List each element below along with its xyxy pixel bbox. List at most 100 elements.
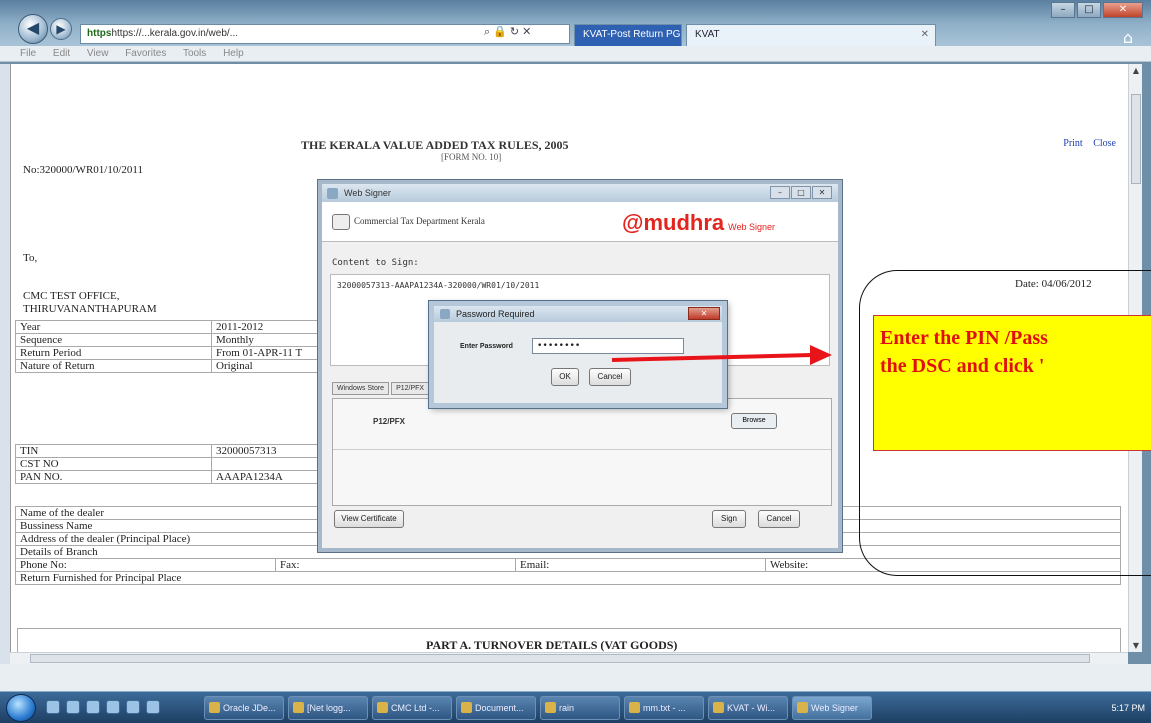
menu-tools[interactable]: Tools: [183, 48, 206, 59]
instruction-line-1: Enter the PIN /Pass: [880, 327, 1048, 349]
quicklaunch-icon[interactable]: [126, 700, 140, 714]
taskbar-item[interactable]: Oracle JDe...: [204, 696, 284, 720]
menu-view[interactable]: View: [87, 48, 109, 59]
p12-label: P12/PFX: [373, 417, 406, 426]
refresh-icon[interactable]: ↻: [510, 25, 522, 38]
close-tab-icon[interactable]: ✕: [921, 25, 929, 45]
window-left-edge: [0, 64, 10, 664]
password-input[interactable]: ••••••••: [532, 338, 684, 354]
home-icon[interactable]: ⌂: [1123, 28, 1133, 47]
scroll-up-icon[interactable]: ▲: [1131, 66, 1141, 75]
dialog-title: Web Signer: [344, 188, 391, 198]
tab-label: KVAT: [695, 29, 720, 40]
cell-label: Return Period: [15, 346, 212, 360]
taskbar-item[interactable]: rain: [540, 696, 620, 720]
lock-icon: 🔒: [493, 25, 510, 38]
certificate-store-tabs: Windows Store P12/PFX: [332, 382, 430, 395]
cancel-button[interactable]: Cancel: [758, 510, 800, 528]
minimize-icon[interactable]: –: [770, 186, 790, 199]
quicklaunch-icon[interactable]: [146, 700, 160, 714]
maximize-icon[interactable]: □: [791, 186, 811, 199]
menu-edit[interactable]: Edit: [53, 48, 70, 59]
taskbar-item-label: CMC Ltd -...: [391, 703, 440, 713]
print-link[interactable]: Print: [1063, 138, 1082, 149]
password-cancel-button[interactable]: Cancel: [589, 368, 631, 386]
taskbar: Oracle JDe... [Net logg... CMC Ltd -... …: [0, 691, 1151, 723]
password-dialog: Password Required ✕ Enter Password •••••…: [429, 301, 727, 408]
phone-label: Phone No:: [15, 558, 276, 572]
quicklaunch-icon[interactable]: [86, 700, 100, 714]
address-url: https://...kerala.gov.in/web/...: [111, 28, 238, 39]
taskbar-item[interactable]: CMC Ltd -...: [372, 696, 452, 720]
scroll-thumb[interactable]: [30, 654, 1090, 663]
view-certificate-button[interactable]: View Certificate: [334, 510, 404, 528]
start-button[interactable]: [6, 694, 36, 722]
horizontal-scrollbar[interactable]: [10, 652, 1128, 664]
scroll-down-icon[interactable]: ▼: [1131, 641, 1141, 650]
content-to-sign-label: Content to Sign:: [332, 258, 419, 268]
fax-label: Fax:: [275, 558, 516, 572]
tab-kvat[interactable]: KVAT ✕: [686, 24, 936, 46]
app-icon: [629, 702, 640, 713]
scroll-thumb[interactable]: [1131, 94, 1141, 184]
signer-app-icon: [327, 188, 338, 199]
taskbar-item[interactable]: Document...: [456, 696, 536, 720]
close-window-icon[interactable]: ✕: [1103, 2, 1143, 18]
taskbar-item[interactable]: [Net logg...: [288, 696, 368, 720]
dealer-id-table: TIN 32000057313 CST NO PAN NO. AAAPA1234A: [15, 444, 345, 484]
password-dialog-title-bar: Password Required ✕: [434, 306, 722, 322]
taskbar-item-active[interactable]: Web Signer: [792, 696, 872, 720]
tab-p12-pfx[interactable]: P12/PFX: [391, 382, 430, 395]
sign-button[interactable]: Sign: [712, 510, 746, 528]
table-row: Nature of Return Original: [15, 359, 345, 373]
system-tray: 5:17 PM: [1033, 694, 1151, 722]
menu-file[interactable]: File: [20, 48, 36, 59]
taskbar-item[interactable]: mm.txt - ...: [624, 696, 704, 720]
cell-label: Year: [15, 320, 212, 334]
close-icon[interactable]: ✕: [688, 307, 720, 320]
app-icon: [209, 702, 220, 713]
app-icon: [293, 702, 304, 713]
table-row: CST NO: [15, 457, 345, 471]
divider: [333, 449, 831, 450]
menu-help[interactable]: Help: [223, 48, 244, 59]
address-tools: ⌕🔒↻✕: [484, 25, 570, 43]
minimize-icon[interactable]: –: [1051, 2, 1075, 18]
app-icon: [377, 702, 388, 713]
forward-arrow-icon[interactable]: ▶: [50, 18, 72, 40]
taskbar-item-label: mm.txt - ...: [643, 703, 686, 713]
certificate-store-panel: P12/PFX Browse: [332, 398, 832, 506]
cell-label: Nature of Return: [15, 359, 212, 373]
instruction-callout: Enter the PIN /Pass the DSC and click ': [873, 315, 1151, 451]
browse-button[interactable]: Browse: [731, 413, 777, 429]
quicklaunch-icon[interactable]: [66, 700, 80, 714]
menu-favorites[interactable]: Favorites: [125, 48, 166, 59]
tab-kvat-post-return[interactable]: KVAT-Post Return PGDS: [574, 24, 682, 46]
back-arrow-icon[interactable]: ◀: [18, 14, 48, 44]
close-link[interactable]: Close: [1093, 138, 1116, 149]
cell-label: PAN NO.: [15, 470, 212, 484]
close-icon[interactable]: ✕: [812, 186, 832, 199]
to-label: To,: [23, 252, 38, 264]
taskbar-item-label: KVAT - Wi...: [727, 703, 776, 713]
clock[interactable]: 5:17 PM: [1111, 703, 1145, 713]
office-city: THIRUVANANTHAPURAM: [23, 303, 157, 315]
table-row: Sequence Monthly: [15, 333, 345, 347]
https-scheme: https: [87, 28, 112, 39]
kerala-emblem-icon: [332, 214, 350, 230]
taskbar-item-label: rain: [559, 703, 575, 713]
quicklaunch-icon[interactable]: [106, 700, 120, 714]
app-icon: [713, 702, 724, 713]
key-icon: [440, 309, 450, 319]
app-icon: [545, 702, 556, 713]
taskbar-item[interactable]: KVAT - Wi...: [708, 696, 788, 720]
quicklaunch-icon[interactable]: [46, 700, 60, 714]
search-icon[interactable]: ⌕: [484, 25, 493, 38]
app-icon: [797, 702, 808, 713]
status-strip: [0, 664, 1151, 691]
tab-windows-store[interactable]: Windows Store: [332, 382, 390, 395]
maximize-icon[interactable]: □: [1077, 2, 1101, 18]
password-dialog-title: Password Required: [456, 309, 535, 319]
ok-button[interactable]: OK: [551, 368, 579, 386]
close-icon[interactable]: ✕: [522, 25, 534, 38]
